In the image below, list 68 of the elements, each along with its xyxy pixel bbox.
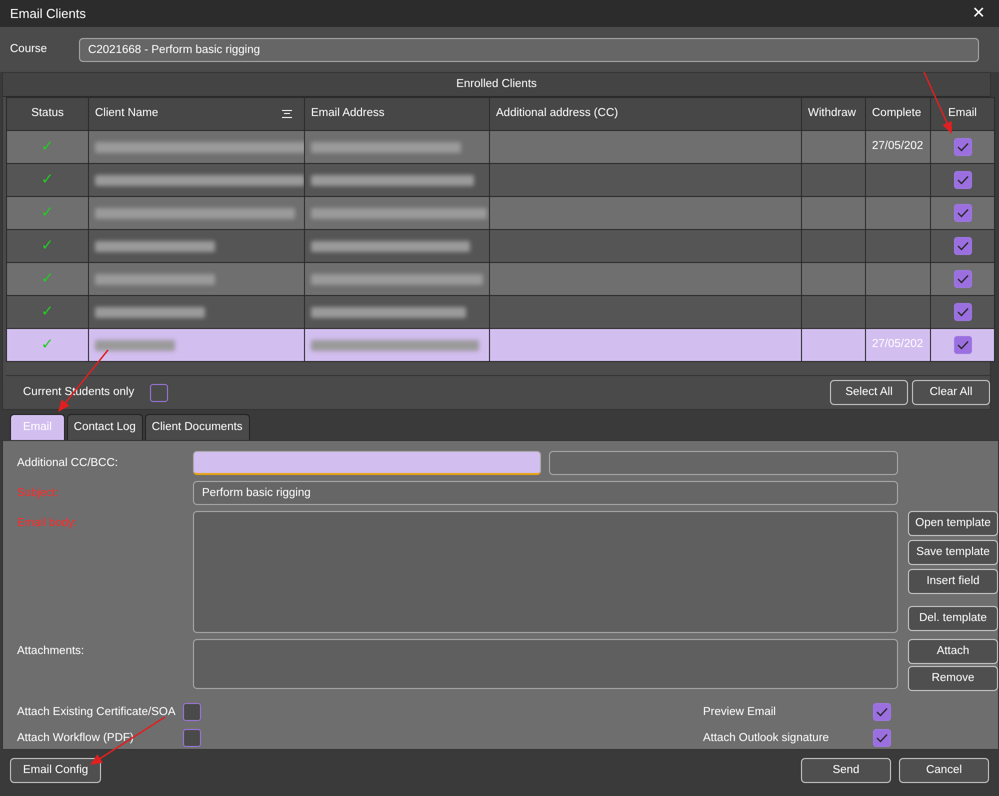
check-icon: ✓	[41, 302, 54, 320]
check-icon	[956, 142, 968, 152]
grid-button[interactable]: Clear All	[912, 380, 990, 405]
check-icon	[956, 174, 968, 185]
course-label: Course	[10, 42, 48, 57]
option-label: Attach Outlook signature	[703, 730, 830, 746]
table-cell: 27/05/202	[872, 140, 924, 152]
column-header[interactable]: Client Name	[95, 107, 158, 120]
check-icon	[956, 306, 968, 317]
email-checkbox[interactable]	[954, 236, 972, 255]
check-icon: ✓	[41, 170, 54, 188]
template-button[interactable]: Del. template	[908, 606, 998, 631]
grid-button[interactable]: Select All	[830, 380, 908, 405]
body-field[interactable]	[193, 511, 898, 633]
current-students-checkbox[interactable]	[150, 384, 168, 402]
option-label: Preview Email	[703, 704, 777, 720]
check-icon: ✓	[41, 138, 54, 155]
check-icon: ✓	[41, 336, 54, 353]
option-checkbox[interactable]	[873, 729, 891, 748]
dialog-button[interactable]: Send	[801, 758, 891, 783]
check-icon: ✓	[41, 204, 54, 221]
check-icon	[956, 340, 968, 350]
bcc-field[interactable]	[549, 451, 898, 475]
check-icon: ✓	[41, 236, 54, 254]
tab[interactable]: Contact Log	[66, 414, 143, 440]
column-header[interactable]: Status	[31, 107, 64, 120]
email-checkbox[interactable]	[954, 170, 972, 189]
close-button[interactable]: ✕	[968, 6, 989, 22]
attachment-button[interactable]: Attach	[908, 639, 998, 664]
column-header[interactable]: Email	[948, 107, 977, 120]
body-label: Email body:	[17, 516, 78, 531]
option-checkbox[interactable]	[873, 703, 891, 721]
option-label: Attach Existing Certificate/SOA	[17, 704, 177, 720]
attachment-button[interactable]: Remove	[908, 666, 998, 691]
option-checkbox[interactable]	[183, 703, 201, 721]
option-label: Attach Workflow (PDF)	[17, 730, 135, 746]
sort-icon	[282, 110, 292, 118]
email-config-button[interactable]: Email Config	[10, 758, 102, 783]
attachments-field[interactable]	[193, 639, 898, 689]
check-icon	[956, 274, 968, 284]
course-field[interactable]: C2021668 - Perform basic rigging	[79, 38, 979, 62]
subject-label: Subject:	[17, 486, 60, 501]
subject-field[interactable]: Perform basic rigging	[193, 481, 898, 505]
grid-title: Enrolled Clients	[456, 76, 537, 92]
template-button[interactable]: Insert field	[908, 569, 998, 594]
check-icon: ✓	[41, 270, 54, 287]
table-row[interactable]: ✓ 27/05/202	[6, 130, 994, 164]
tab[interactable]: Client Documents	[144, 414, 250, 440]
table-cell: 27/05/202	[872, 338, 924, 350]
template-button[interactable]: Save template	[908, 540, 998, 565]
attachments-label: Attachments:	[17, 644, 86, 659]
option-checkbox[interactable]	[183, 729, 201, 748]
dialog-button[interactable]: Cancel	[899, 758, 989, 783]
email-checkbox[interactable]	[954, 204, 972, 222]
check-icon	[956, 208, 968, 218]
check-icon	[876, 733, 888, 744]
check-icon	[956, 240, 968, 251]
cc-label: Additional CC/BCC:	[17, 456, 119, 471]
email-checkbox[interactable]	[954, 302, 972, 321]
email-checkbox[interactable]	[954, 270, 972, 288]
check-icon	[876, 707, 888, 717]
cc-field[interactable]	[193, 451, 541, 475]
email-checkbox[interactable]	[954, 138, 972, 156]
column-header[interactable]: Additional address (CC)	[496, 107, 618, 120]
window-title: Email Clients	[10, 4, 86, 23]
email-checkbox[interactable]	[954, 336, 972, 354]
template-button[interactable]: Open template	[908, 511, 998, 536]
column-header[interactable]: Email Address	[311, 107, 385, 120]
